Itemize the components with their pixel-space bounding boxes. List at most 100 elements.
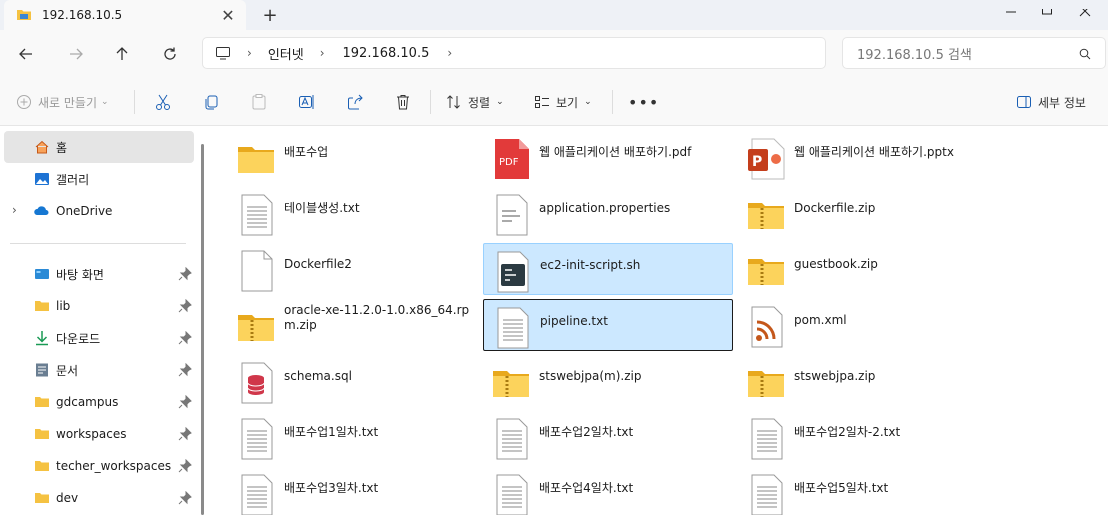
sidebar-item-onedrive[interactable]: › OneDrive — [4, 195, 194, 227]
view-button[interactable]: 보기 ⌄ — [534, 90, 592, 114]
paste-button[interactable] — [250, 90, 268, 114]
file-name: 배포수업3일차.txt — [284, 481, 379, 495]
sidebar-label: techer_workspaces — [56, 459, 172, 473]
chevron-down-icon: ⌄ — [496, 97, 504, 107]
folder-icon — [35, 429, 49, 439]
rename-button[interactable] — [298, 90, 316, 114]
file-item[interactable]: Dockerfile.zip — [738, 187, 988, 239]
forward-button[interactable] — [62, 40, 90, 68]
delete-button[interactable] — [394, 90, 412, 114]
shell-script-icon — [497, 251, 529, 293]
back-button[interactable] — [12, 40, 40, 68]
file-name: guestbook.zip — [794, 257, 878, 271]
zip-folder-icon — [748, 203, 784, 229]
close-icon — [1079, 9, 1091, 17]
pin-icon[interactable] — [178, 491, 192, 505]
sidebar-label: 바탕 화면 — [56, 267, 104, 282]
pin-icon[interactable] — [178, 363, 192, 377]
file-item[interactable]: P 웹 애플리케이션 배포하기.pptx — [738, 131, 988, 183]
refresh-button[interactable] — [156, 40, 184, 68]
breadcrumb-internet[interactable]: 인터넷 — [268, 44, 304, 63]
pin-icon[interactable] — [178, 267, 192, 281]
file-item[interactable]: 배포수업3일차.txt — [228, 467, 478, 515]
share-button[interactable] — [346, 90, 364, 114]
chevron-right-icon[interactable]: › — [447, 46, 452, 60]
sidebar-item-downloads[interactable]: 다운로드 — [4, 322, 194, 354]
file-item[interactable]: 배포수업 — [228, 131, 478, 183]
sort-button[interactable]: 정렬 ⌄ — [446, 90, 504, 114]
pin-icon[interactable] — [178, 395, 192, 409]
arrow-up-icon — [116, 47, 128, 60]
file-item[interactable]: schema.sql — [228, 355, 478, 407]
sidebar-label: dev — [56, 491, 79, 505]
text-file-icon — [497, 307, 529, 349]
file-item[interactable]: 배포수업2일차.txt — [483, 411, 733, 463]
sidebar-label: 다운로드 — [56, 331, 101, 346]
pin-icon[interactable] — [178, 331, 192, 345]
sidebar-item-techer-workspaces[interactable]: techer_workspaces — [4, 450, 194, 482]
file-item[interactable]: stswebjpa.zip — [738, 355, 988, 407]
pin-icon[interactable] — [178, 459, 192, 473]
file-item[interactable]: 배포수업1일차.txt — [228, 411, 478, 463]
breadcrumb-ip[interactable]: 192.168.10.5 — [343, 46, 430, 61]
file-item[interactable]: 배포수업5일차.txt — [738, 467, 988, 515]
view-icon — [535, 96, 549, 108]
file-item[interactable]: application.properties — [483, 187, 733, 239]
search-box[interactable]: 192.168.10.5 검색 — [842, 37, 1106, 69]
chevron-right-icon[interactable]: › — [12, 203, 17, 217]
file-item[interactable]: stswebjpa(m).zip — [483, 355, 733, 407]
sidebar-label: OneDrive — [56, 204, 113, 218]
close-tab-icon[interactable]: ✕ — [218, 5, 238, 25]
sidebar-item-documents[interactable]: 문서 — [4, 354, 194, 386]
file-item[interactable]: 배포수업4일차.txt — [483, 467, 733, 515]
sidebar-item-desktop[interactable]: 바탕 화면 — [4, 258, 194, 290]
file-item[interactable]: oracle-xe-11.2.0-1.0.x86_64.rpm.zip — [228, 299, 478, 351]
sidebar-item-workspaces[interactable]: workspaces — [4, 418, 194, 450]
file-name: 배포수업2일차-2.txt — [794, 425, 901, 439]
desktop-icon — [35, 269, 49, 279]
file-item[interactable]: guestbook.zip — [738, 243, 988, 295]
chevron-right-icon[interactable]: › — [247, 46, 252, 60]
close-window-button[interactable] — [1062, 0, 1108, 30]
new-button[interactable]: 새로 만들기 ⌄ — [16, 90, 109, 114]
command-bar: 새로 만들기 ⌄ 정렬 ⌄ 보기 ⌄ ••• 세부 정보 — [0, 78, 1108, 126]
tab-title: 192.168.10.5 — [42, 8, 123, 22]
details-pane-button[interactable]: 세부 정보 — [1016, 90, 1086, 114]
sidebar-item-lib[interactable]: lib — [4, 290, 194, 322]
svg-text:PDF: PDF — [499, 157, 519, 168]
cut-button[interactable] — [154, 90, 172, 114]
file-item[interactable]: Dockerfile2 — [228, 243, 478, 295]
file-item-focused[interactable]: pipeline.txt — [483, 299, 733, 351]
folder-icon — [35, 301, 49, 311]
sort-label: 정렬 — [468, 95, 491, 110]
chevron-right-icon[interactable]: › — [320, 46, 325, 60]
sidebar-item-gallery[interactable]: 갤러리 — [4, 163, 194, 195]
file-name: 배포수업 — [284, 145, 329, 159]
more-options-button[interactable]: ••• — [628, 90, 659, 114]
folder-icon — [35, 397, 49, 407]
file-item[interactable]: pom.xml — [738, 299, 988, 351]
file-name: application.properties — [539, 201, 671, 215]
file-name: stswebjpa.zip — [794, 369, 876, 383]
file-name: 웹 애플리케이션 배포하기.pdf — [539, 145, 692, 159]
pin-icon[interactable] — [178, 427, 192, 441]
copy-button[interactable] — [202, 90, 220, 114]
sidebar-item-dev[interactable]: dev — [4, 482, 194, 514]
file-item[interactable]: 배포수업2일차-2.txt — [738, 411, 988, 463]
sidebar-item-gdcampus[interactable]: gdcampus — [4, 386, 194, 418]
file-item[interactable]: 테이블생성.txt — [228, 187, 478, 239]
up-button[interactable] — [108, 40, 136, 68]
pin-icon[interactable] — [178, 299, 192, 313]
file-item[interactable]: PDF 웹 애플리케이션 배포하기.pdf — [483, 131, 733, 183]
new-tab-button[interactable]: + — [258, 3, 282, 27]
address-bar[interactable]: › 인터넷 › 192.168.10.5 › — [202, 37, 826, 69]
sidebar-scrollbar[interactable] — [201, 144, 204, 515]
file-item-selected[interactable]: ec2-init-script.sh — [483, 243, 733, 295]
text-file-icon — [751, 474, 783, 515]
text-file-icon — [241, 474, 273, 515]
sidebar-label: gdcampus — [56, 395, 119, 409]
tab-active[interactable]: 192.168.10.5 ✕ — [4, 0, 246, 30]
arrow-right-icon — [70, 48, 83, 60]
sidebar-item-home[interactable]: 홈 — [4, 131, 194, 163]
zip-folder-icon — [748, 259, 784, 285]
